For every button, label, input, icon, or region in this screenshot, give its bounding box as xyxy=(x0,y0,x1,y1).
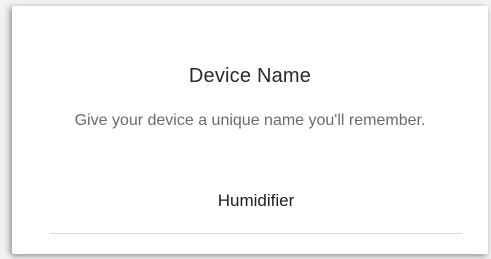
device-name-dialog: Device Name Give your device a unique na… xyxy=(12,6,488,254)
dialog-subtitle: Give your device a unique name you'll re… xyxy=(74,112,426,129)
device-name-field[interactable]: Humidifier xyxy=(50,184,462,234)
device-name-value[interactable]: Humidifier xyxy=(50,191,462,211)
dialog-title: Device Name xyxy=(188,65,312,87)
